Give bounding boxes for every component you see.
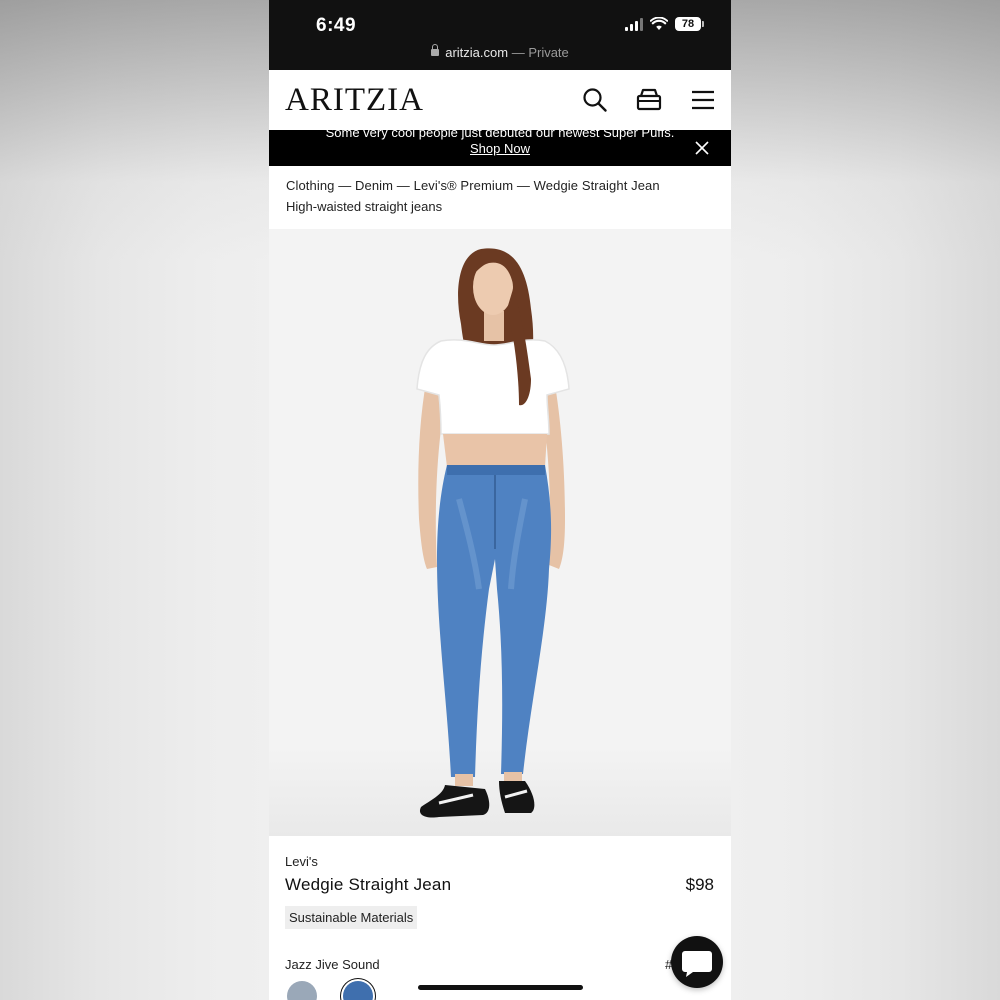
cellular-signal-icon [625, 17, 643, 31]
lock-icon [431, 44, 440, 57]
address-bar[interactable]: aritzia.com — Private [269, 44, 731, 60]
promo-text-container: Some very cool people just debuted our n… [321, 130, 679, 157]
hamburger-menu-icon[interactable] [689, 86, 717, 114]
chat-bubble-icon [682, 951, 712, 977]
promo-banner: Some very cool people just debuted our n… [269, 130, 731, 166]
product-brand[interactable]: Levi's [285, 854, 318, 869]
sustainable-badge: Sustainable Materials [285, 906, 418, 929]
status-time: 6:49 [316, 15, 357, 36]
color-swatch-jazz-jive-sound[interactable] [343, 981, 373, 1000]
chat-button[interactable] [671, 936, 723, 988]
private-label: — Private [511, 45, 569, 60]
status-bar: 6:49 78 aritzia.com — Private [269, 0, 731, 70]
shop-now-link[interactable]: Shop Now [470, 141, 530, 156]
product-image[interactable] [269, 229, 731, 836]
product-subtitle: High-waisted straight jeans [286, 199, 443, 214]
model-illustration [416, 248, 570, 818]
phone-screen: 6:49 78 aritzia.com — Private ARITZIA So… [269, 0, 731, 1000]
wifi-icon [650, 17, 668, 30]
home-indicator [418, 985, 583, 990]
status-icons: 78 [625, 17, 704, 31]
breadcrumb[interactable]: Clothing — Denim — Levi's® Premium — Wed… [286, 178, 660, 193]
color-name: Jazz Jive Sound [285, 957, 380, 972]
search-icon[interactable] [581, 86, 609, 114]
shopping-bag-icon[interactable] [635, 86, 663, 114]
color-swatch-light-wash[interactable] [287, 981, 317, 1000]
promo-text: Some very cool people just debuted our n… [325, 130, 675, 140]
close-icon[interactable] [695, 141, 709, 155]
aritzia-logo[interactable]: ARITZIA [285, 82, 424, 119]
battery-icon: 78 [675, 17, 704, 31]
url-domain: aritzia.com [445, 45, 509, 60]
product-price: $98 [685, 875, 714, 894]
product-name: Wedgie Straight Jean [285, 875, 452, 894]
site-header: ARITZIA [269, 70, 731, 130]
